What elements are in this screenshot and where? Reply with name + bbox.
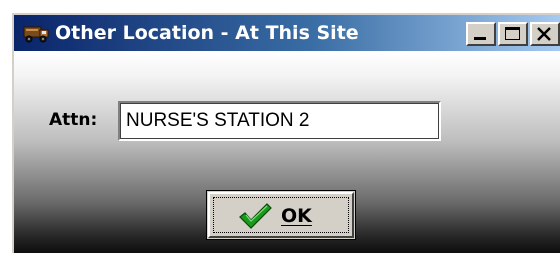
dialog-window: Other Location - At This Site Attn: NURS… (12, 13, 560, 253)
maximize-button[interactable] (498, 22, 528, 46)
window-controls (466, 22, 560, 46)
maximize-icon (505, 27, 520, 40)
ok-button-label: OK (281, 205, 312, 227)
minimize-icon (474, 37, 486, 40)
minimize-button[interactable] (466, 22, 496, 46)
title-bar[interactable]: Other Location - At This Site (14, 15, 560, 51)
dialog-body: Attn: OK (14, 51, 560, 253)
attn-input[interactable] (118, 101, 441, 141)
close-icon (537, 27, 551, 41)
attn-label: Attn: (49, 110, 98, 130)
checkmark-icon (237, 201, 273, 231)
close-button[interactable] (530, 22, 560, 46)
window-title: Other Location - At This Site (55, 22, 359, 44)
truck-icon (21, 21, 51, 45)
ok-button[interactable]: OK (206, 190, 356, 240)
